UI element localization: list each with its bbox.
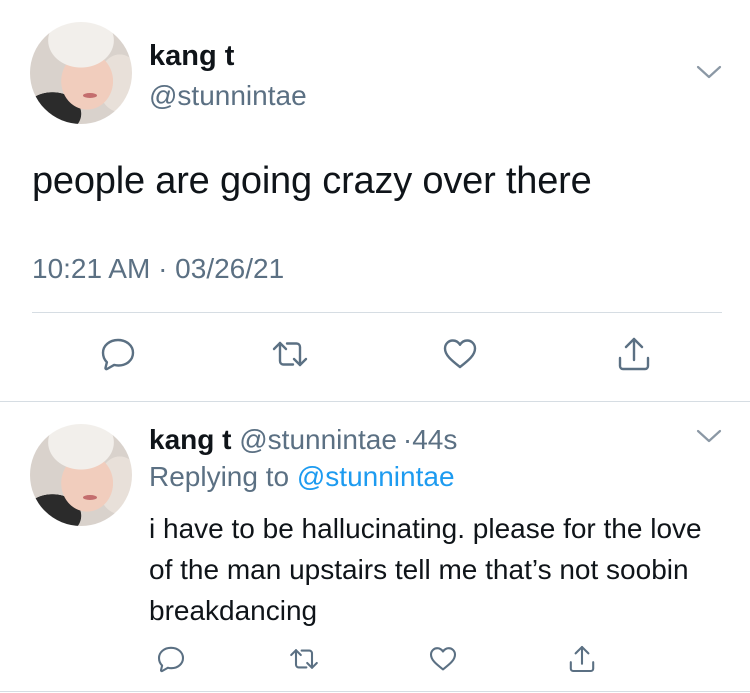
retweet-icon (272, 341, 308, 367)
retweet-icon (290, 649, 318, 669)
reply-icon (157, 646, 185, 673)
retweet-button[interactable] (268, 332, 312, 376)
tweet-text: people are going crazy over there (32, 160, 592, 202)
author-name[interactable]: kang t (149, 424, 231, 455)
divider (0, 691, 750, 692)
avatar[interactable] (30, 22, 132, 124)
mention-link[interactable]: @stunnintae (297, 461, 455, 492)
replying-prefix: Replying to (149, 461, 290, 492)
avatar[interactable] (30, 424, 132, 526)
divider (32, 312, 722, 313)
like-icon (443, 339, 477, 369)
chevron-down-icon[interactable] (696, 64, 722, 80)
like-button[interactable] (438, 332, 482, 376)
divider (0, 401, 750, 402)
share-button[interactable] (612, 332, 656, 376)
share-icon (618, 337, 650, 371)
like-icon (429, 647, 457, 671)
share-icon (569, 645, 595, 673)
chevron-down-icon[interactable] (696, 428, 722, 444)
share-button[interactable] (564, 641, 600, 677)
like-button[interactable] (425, 641, 461, 677)
separator-dot: · (402, 424, 413, 455)
reply-button[interactable] (96, 332, 140, 376)
author-handle[interactable]: @stunnintae (239, 424, 397, 455)
tweet-timestamp[interactable]: 10:21 AM · 03/26/21 (32, 253, 284, 285)
author-name[interactable]: kang t (149, 40, 234, 73)
replying-to: Replying to @stunnintae (149, 461, 455, 493)
retweet-button[interactable] (286, 641, 322, 677)
author-handle[interactable]: @stunnintae (149, 80, 307, 112)
reply-button[interactable] (153, 641, 189, 677)
tweet-text: i have to be hallucinating. please for t… (149, 513, 702, 626)
reply-icon (101, 338, 135, 371)
reply-header: kang t @stunnintae ·44s (149, 424, 457, 456)
tweet-age[interactable]: 44s (412, 424, 457, 455)
